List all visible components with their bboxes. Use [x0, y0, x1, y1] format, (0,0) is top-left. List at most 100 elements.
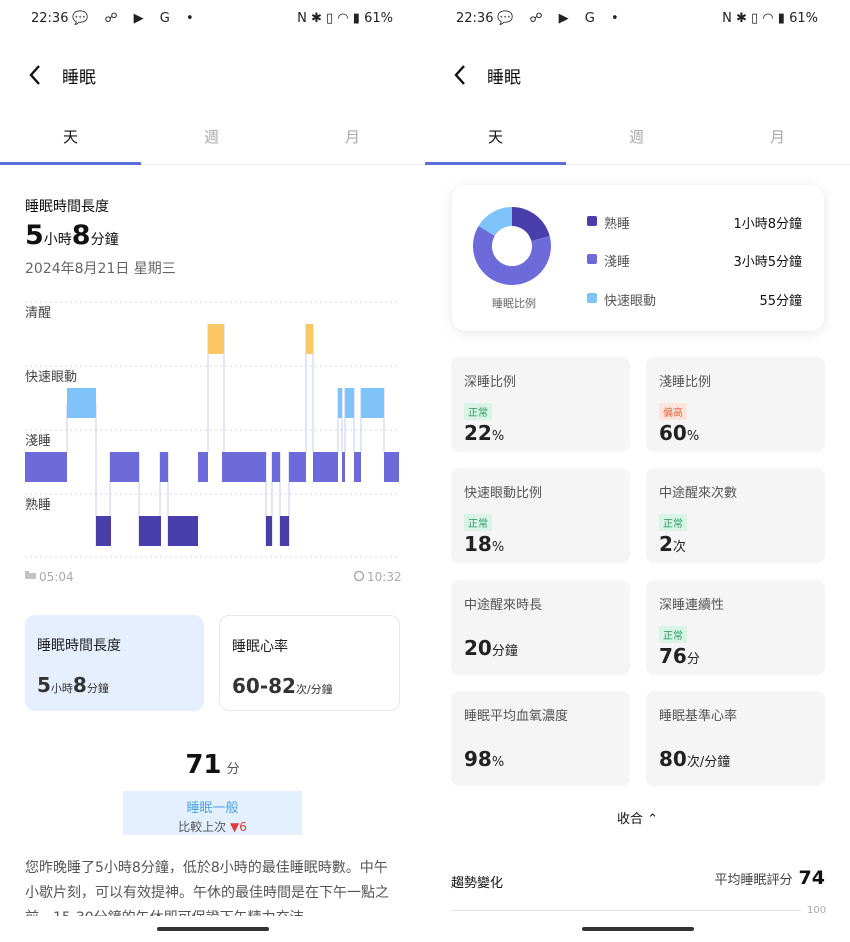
tab-week[interactable]: 週	[566, 118, 707, 164]
metric-number: 80	[659, 747, 687, 771]
duration-minutes-unit: 分鐘	[90, 232, 119, 248]
tab-day[interactable]: 天	[425, 118, 566, 164]
sleep-end-time: 10:32	[367, 570, 402, 584]
donut-caption: 睡眠比例	[492, 297, 536, 310]
stage-label-light: 淺睡	[25, 434, 51, 449]
metric-value: 18%	[464, 532, 504, 556]
legend-value: 3小時5分鐘	[733, 255, 802, 270]
duration-card[interactable]: 睡眠時間長度 5小時8分鐘	[25, 615, 204, 711]
collapse-button[interactable]: 收合 ⌃	[425, 808, 850, 827]
metric-title: 睡眠平均血氧濃度	[464, 709, 569, 724]
back-arrow-icon[interactable]	[450, 62, 470, 88]
status-bar: 22:36 💬 ☍ ▶ G • N ✱ ▯ ◠ ▮ 61%	[425, 0, 850, 38]
segment-rem	[345, 388, 354, 418]
battery-level: 61%	[364, 11, 393, 26]
segment-light	[198, 452, 208, 482]
legend-name: 快速眼動	[604, 294, 657, 309]
page-title: 睡眠	[487, 68, 521, 88]
home-indicator[interactable]	[581, 927, 694, 931]
period-tabs: 天 週 月	[0, 118, 425, 165]
metric-number: 22	[464, 421, 492, 445]
battery-level: 61%	[789, 11, 818, 26]
duration-card-title: 睡眠時間長度	[37, 638, 121, 654]
duration-hours: 5	[25, 220, 44, 251]
metric-baseline-heart-rate[interactable]: 睡眠基準心率 80次/分鐘	[646, 691, 825, 786]
metric-wake-count[interactable]: 中途醒來次數 正常 2次	[646, 468, 825, 563]
tab-month[interactable]: 月	[282, 118, 423, 164]
metric-number: 20	[464, 636, 492, 660]
metric-unit: 次/分鐘	[686, 755, 731, 770]
metric-unit: %	[491, 429, 505, 444]
metric-light-ratio[interactable]: 淺睡比例 偏高 60%	[646, 357, 825, 452]
metric-number: 98	[464, 747, 492, 771]
segment-light	[342, 452, 345, 482]
chevron-up-icon: ⌃	[647, 812, 659, 827]
sleep-segments	[25, 324, 399, 546]
segment-awake	[208, 324, 224, 354]
metric-unit: 分	[686, 652, 700, 667]
sleep-duration-value: 5小時8分鐘	[25, 220, 119, 251]
legend-name: 淺睡	[604, 255, 631, 270]
legend-value: 55分鐘	[759, 294, 802, 309]
metric-title: 中途醒來時長	[464, 598, 543, 613]
score-value: 71	[185, 750, 222, 780]
metric-title: 快速眼動比例	[464, 486, 543, 501]
legend-deep: 熟睡 1小時8分鐘	[587, 212, 802, 232]
system-icons: N ✱ ▯ ◠ ▮ 61%	[297, 11, 393, 26]
metric-unit: %	[491, 755, 505, 770]
score-unit: 分	[226, 762, 240, 777]
metric-number: 60	[659, 421, 687, 445]
alarm-icon	[353, 570, 365, 582]
sleep-start-time: 05:04	[39, 570, 74, 584]
heart-rate-unit: 次/分鐘	[295, 683, 333, 696]
compare-label: 比較上次	[178, 820, 227, 834]
legend-rem: 快速眼動 55分鐘	[587, 289, 802, 309]
tab-week[interactable]: 週	[141, 118, 282, 164]
metric-unit: 分鐘	[491, 644, 518, 659]
metric-deep-continuity[interactable]: 深睡連續性 正常 76分	[646, 580, 825, 675]
trend-average-label: 平均睡眠評分	[714, 873, 793, 888]
period-tabs: 天 週 月	[425, 118, 850, 165]
back-arrow-icon[interactable]	[25, 62, 45, 88]
metric-rem-ratio[interactable]: 快速眼動比例 正常 18%	[451, 468, 630, 563]
metric-deep-ratio[interactable]: 深睡比例 正常 22%	[451, 357, 630, 452]
legend-swatch	[587, 254, 597, 264]
notification-icons: 💬 ☍ ▶ G •	[72, 11, 200, 26]
sleep-ratio-donut	[473, 207, 551, 285]
trend-average-value: 74	[798, 867, 825, 889]
stage-label-awake: 清醒	[25, 306, 51, 321]
heart-rate-card[interactable]: 睡眠心率 60-82次/分鐘	[219, 615, 400, 711]
legend-value: 1小時8分鐘	[733, 217, 802, 232]
tab-month[interactable]: 月	[707, 118, 848, 164]
segment-deep	[280, 516, 289, 546]
page-title: 睡眠	[62, 68, 96, 88]
system-icons: N ✱ ▯ ◠ ▮ 61%	[722, 11, 818, 26]
card-minutes: 8	[72, 673, 87, 697]
metric-title: 中途醒來次數	[659, 486, 738, 501]
status-badge: 正常	[464, 514, 492, 531]
home-indicator[interactable]	[156, 927, 269, 931]
metric-unit: %	[686, 429, 700, 444]
metric-value: 76分	[659, 644, 700, 668]
collapse-label: 收合	[616, 812, 643, 827]
tab-day[interactable]: 天	[0, 118, 141, 164]
stage-label-rem: 快速眼動	[25, 370, 77, 385]
card-hours: 5	[37, 673, 51, 697]
metric-blood-oxygen[interactable]: 睡眠平均血氧濃度 98%	[451, 691, 630, 786]
segment-light	[354, 452, 361, 482]
sleep-day-screen-right: 22:36 💬 ☍ ▶ G • N ✱ ▯ ◠ ▮ 61% 睡眠 天 週 月 睡…	[425, 0, 850, 942]
segment-light	[272, 452, 280, 482]
segment-light	[384, 452, 399, 482]
metric-value: 80次/分鐘	[659, 747, 730, 771]
metric-title: 深睡連續性	[659, 598, 725, 613]
sleep-score: 71 分	[0, 750, 425, 780]
segment-light	[222, 452, 266, 482]
legend-swatch	[587, 293, 597, 303]
metric-number: 2	[659, 532, 673, 556]
legend-swatch	[587, 216, 597, 226]
score-level: 睡眠一般	[186, 801, 239, 816]
score-compare: 比較上次 ▼6	[123, 818, 302, 835]
metric-title: 睡眠基準心率	[659, 709, 738, 724]
metric-wake-duration[interactable]: 中途醒來時長 20分鐘	[451, 580, 630, 675]
trend-axis-max: 100	[807, 905, 827, 916]
